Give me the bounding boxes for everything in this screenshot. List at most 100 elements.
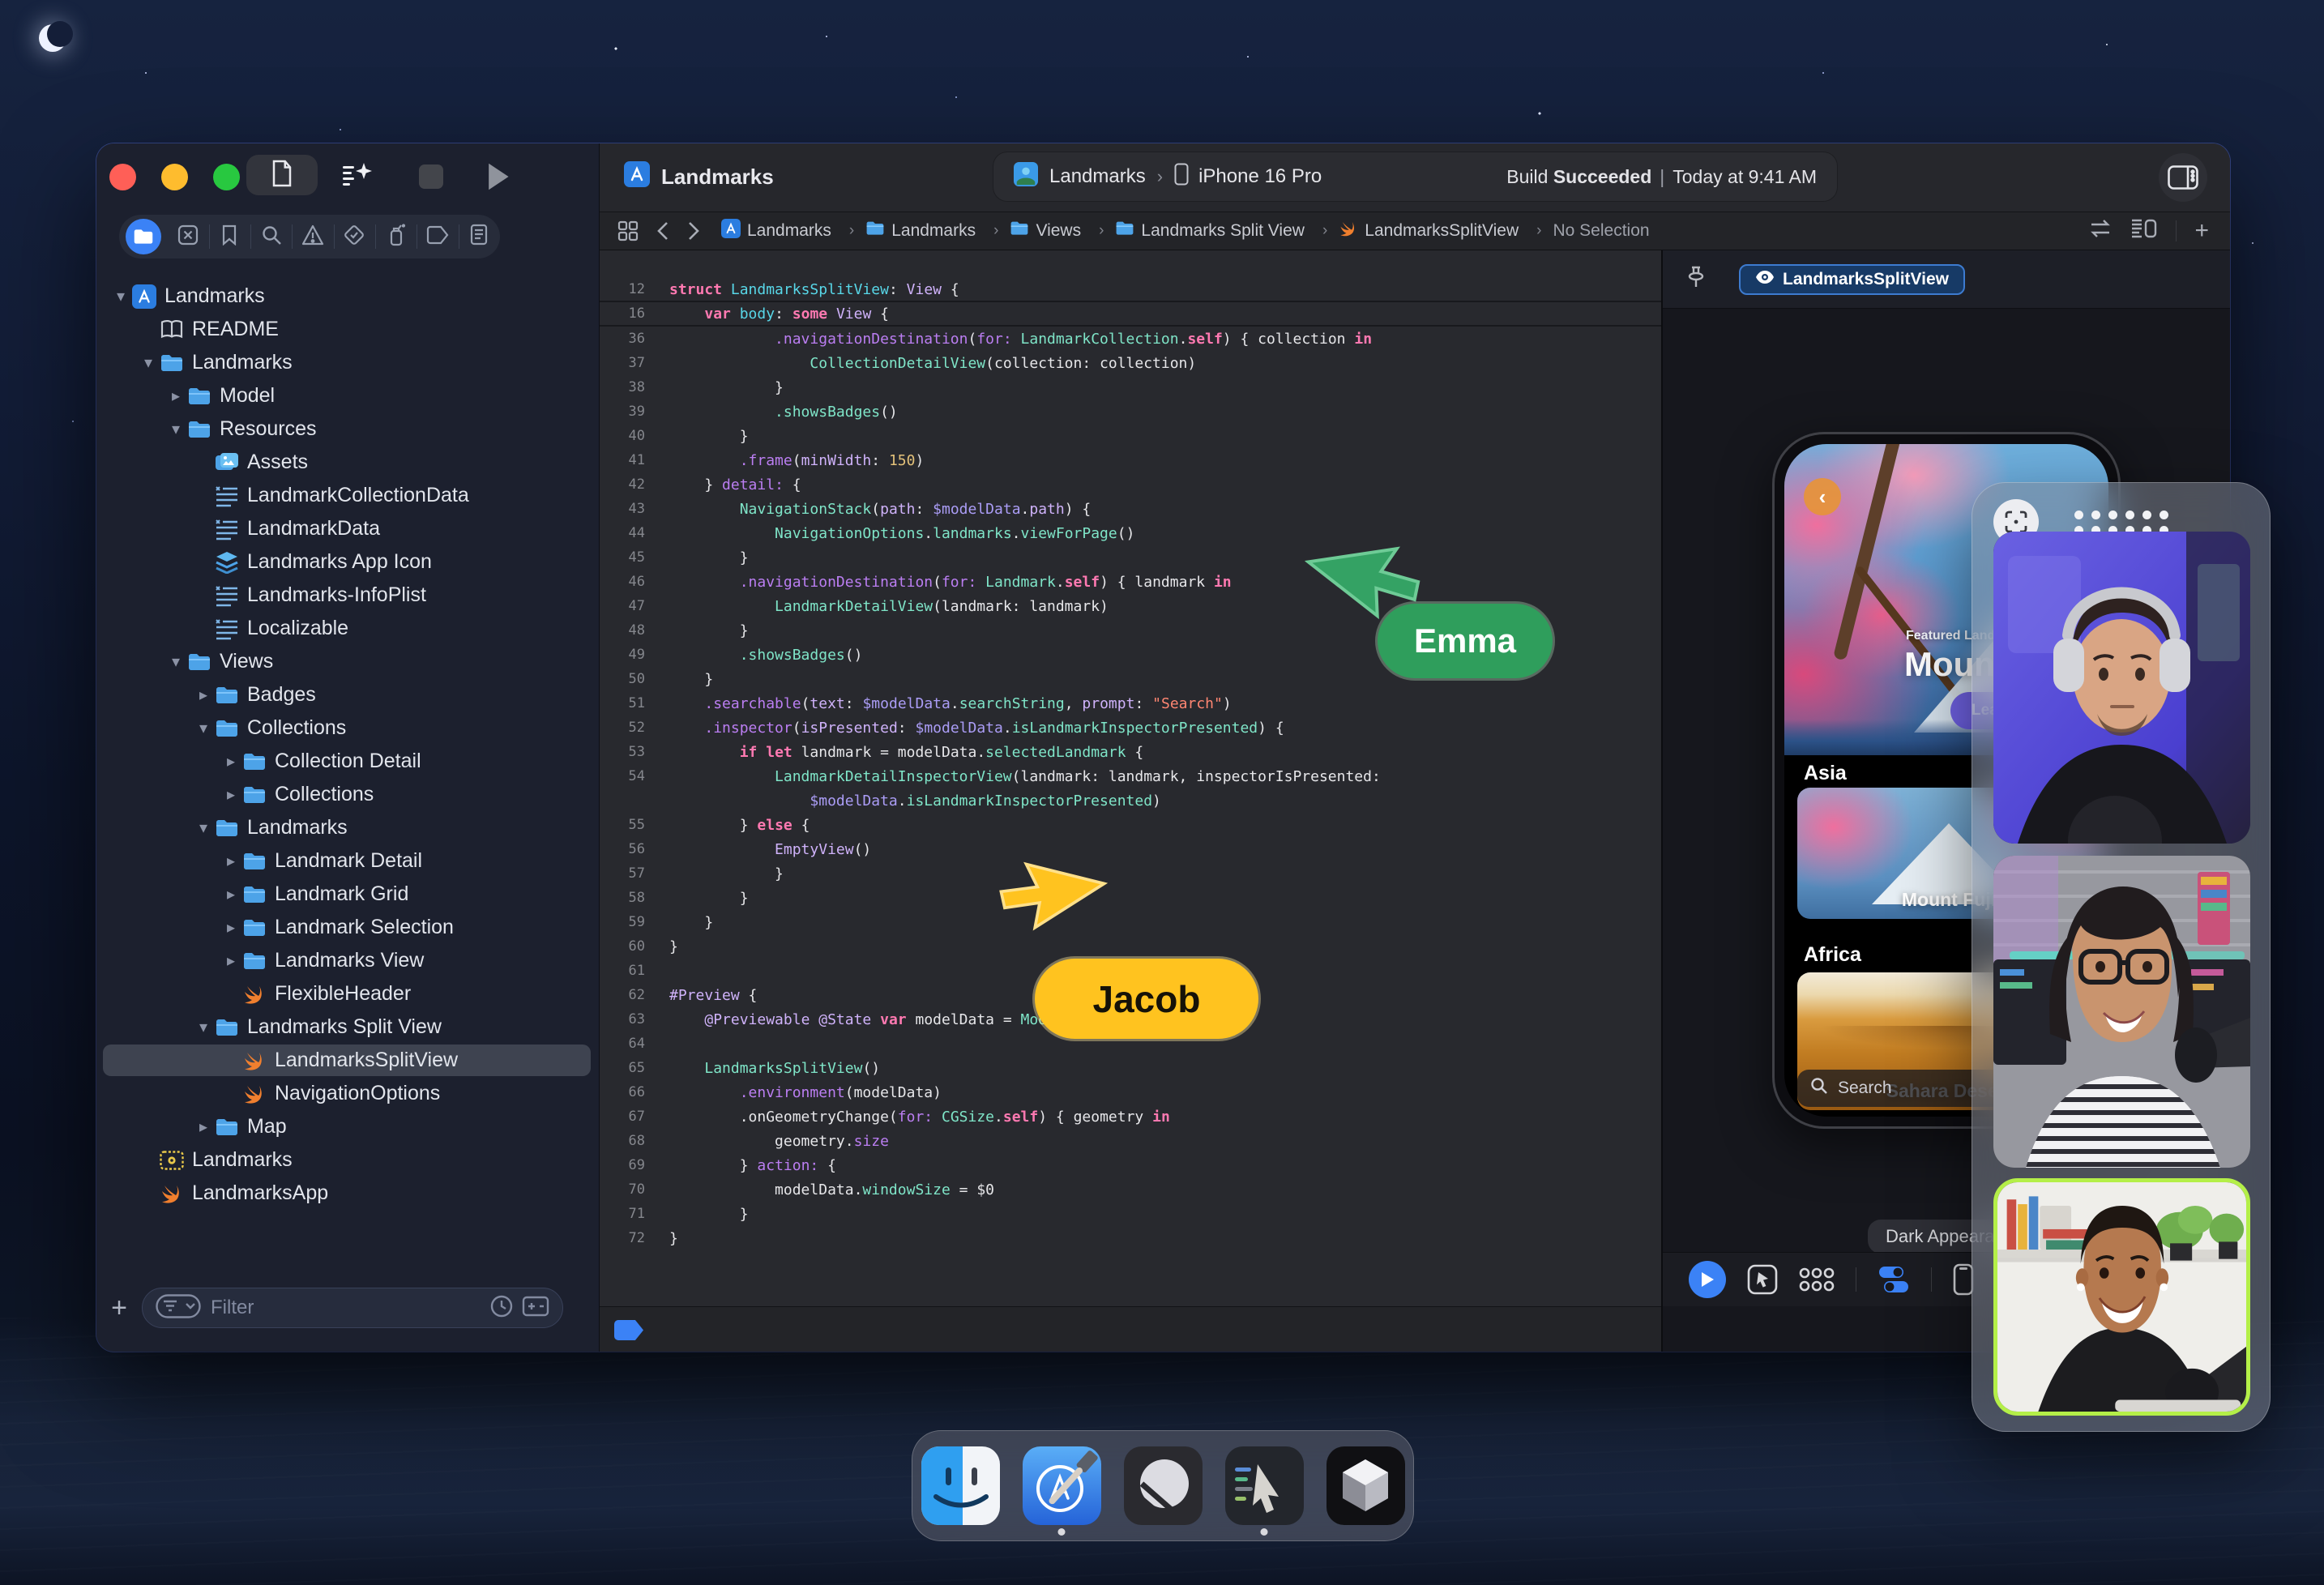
- dock-icon-cube[interactable]: [1326, 1446, 1405, 1525]
- disclosure-icon[interactable]: ▾: [194, 1017, 213, 1037]
- source-control-filter-icon[interactable]: [522, 1294, 549, 1322]
- tree-item-label: Landmarks App Icon: [247, 550, 432, 574]
- compose-intelligence-button[interactable]: [340, 160, 375, 192]
- tree-item-landmark-grid[interactable]: ▸Landmark Grid: [96, 878, 599, 911]
- tree-item-landmarkcollectiondata[interactable]: LandmarkCollectionData: [96, 479, 599, 512]
- swap-editor-icon[interactable]: [2088, 218, 2113, 244]
- tree-item-views[interactable]: ▾Views: [96, 645, 599, 678]
- navigator-tab-debug[interactable]: [375, 215, 417, 258]
- navigator-tab-reports[interactable]: [459, 215, 500, 258]
- scheme-selector[interactable]: Landmarks › iPhone 16 Pro Build Succeede…: [993, 152, 1838, 202]
- navigator-tab-project[interactable]: [119, 215, 167, 258]
- tree-item-readme[interactable]: README: [96, 313, 599, 346]
- navigator-tab-tests[interactable]: [334, 215, 375, 258]
- breadcrumb-segment[interactable]: Landmarks›: [721, 219, 865, 243]
- navigator-tab-changes[interactable]: [167, 215, 208, 258]
- tree-item-landmarks-app-icon[interactable]: Landmarks App Icon: [96, 545, 599, 579]
- disclosure-icon[interactable]: ▸: [221, 784, 241, 805]
- back-button[interactable]: [656, 221, 669, 241]
- navigator-tab-issues[interactable]: [292, 215, 333, 258]
- tree-item-landmarks-view[interactable]: ▸Landmarks View: [96, 944, 599, 977]
- forward-button[interactable]: [687, 221, 700, 241]
- breadcrumb-segment[interactable]: Views›: [1010, 220, 1115, 241]
- inspector-toggle-button[interactable]: [2159, 153, 2207, 202]
- preview-tab[interactable]: LandmarksSplitView: [1739, 264, 1965, 295]
- live-preview-button[interactable]: [1689, 1261, 1726, 1298]
- tree-item-resources[interactable]: ▾Resources: [96, 412, 599, 446]
- disclosure-icon[interactable]: ▸: [166, 386, 186, 406]
- tree-item-landmarks-infoplist[interactable]: Landmarks-InfoPlist: [96, 579, 599, 612]
- tree-item-flexibleheader[interactable]: FlexibleHeader: [96, 977, 599, 1010]
- breadcrumb-segment[interactable]: Landmarks Split View›: [1115, 220, 1339, 241]
- run-button[interactable]: [484, 161, 511, 192]
- breakpoint-marker[interactable]: [614, 1320, 643, 1340]
- disclosure-icon[interactable]: ▸: [221, 851, 241, 871]
- tree-item-landmarks[interactable]: ▾Landmarks: [96, 346, 599, 379]
- tree-item-landmark-detail[interactable]: ▸Landmark Detail: [96, 844, 599, 878]
- editor-options-icon[interactable]: [2130, 217, 2158, 245]
- disclosure-icon[interactable]: ▸: [221, 884, 241, 904]
- tree-item-navigationoptions[interactable]: NavigationOptions: [96, 1077, 599, 1110]
- tree-item-landmarkssplitview[interactable]: LandmarksSplitView: [96, 1044, 599, 1077]
- breadcrumb-segment[interactable]: Landmarks›: [865, 220, 1010, 241]
- variants-button[interactable]: [1799, 1267, 1835, 1292]
- tree-item-landmarksapp[interactable]: LandmarksApp: [96, 1177, 599, 1210]
- disclosure-icon[interactable]: ▸: [221, 751, 241, 771]
- dock-icon-linear[interactable]: [1124, 1446, 1203, 1525]
- tree-item-landmarks[interactable]: ▾Landmarks: [96, 280, 599, 313]
- device-settings-button[interactable]: [1878, 1265, 1910, 1294]
- tree-item-collection-detail[interactable]: ▸Collection Detail: [96, 745, 599, 778]
- dock-icon-xcode[interactable]: [1023, 1446, 1101, 1525]
- tree-item-localizable[interactable]: Localizable: [96, 612, 599, 645]
- tree-item-landmarkdata[interactable]: LandmarkData: [96, 512, 599, 545]
- project-tab[interactable]: Landmarks: [624, 161, 774, 193]
- tree-item-landmarks[interactable]: ▾Landmarks: [96, 811, 599, 844]
- canvas-top-bar: LandmarksSplitView: [1663, 250, 2230, 309]
- disclosure-icon[interactable]: ▸: [221, 951, 241, 971]
- navigator-tab-breakpoints[interactable]: [417, 215, 458, 258]
- disclosure-icon[interactable]: ▾: [194, 818, 213, 838]
- tree-item-model[interactable]: ▸Model: [96, 379, 599, 412]
- tree-item-landmarks[interactable]: Landmarks: [96, 1143, 599, 1177]
- build-status[interactable]: Build Succeeded|Today at 9:41 AM: [1506, 166, 1817, 188]
- filter-field[interactable]: [142, 1288, 563, 1328]
- disclosure-icon[interactable]: ▸: [194, 685, 213, 705]
- back-button-preview[interactable]: ‹: [1804, 478, 1841, 515]
- tree-item-landmark-selection[interactable]: ▸Landmark Selection: [96, 911, 599, 944]
- add-file-button[interactable]: +: [96, 1292, 142, 1324]
- recent-files-icon[interactable]: [489, 1294, 514, 1322]
- selectable-mode-button[interactable]: [1747, 1264, 1778, 1295]
- line-number: 65: [600, 1060, 669, 1076]
- navigator-tab-find[interactable]: [250, 215, 292, 258]
- related-items-icon[interactable]: [617, 220, 639, 241]
- dock-icon-finder[interactable]: [921, 1446, 1000, 1525]
- disclosure-icon[interactable]: ▾: [166, 419, 186, 439]
- disclosure-icon[interactable]: ▾: [111, 286, 130, 306]
- new-file-button[interactable]: [246, 155, 318, 195]
- zoom-button[interactable]: [213, 164, 240, 190]
- navigator-tab-bookmarks[interactable]: [209, 215, 250, 258]
- video-call-window[interactable]: [1972, 482, 2271, 1432]
- close-button[interactable]: [109, 164, 136, 190]
- disclosure-icon[interactable]: ▸: [221, 917, 241, 938]
- tree-item-collections[interactable]: ▾Collections: [96, 711, 599, 745]
- tree-item-collections[interactable]: ▸Collections: [96, 778, 599, 811]
- disclosure-icon[interactable]: ▾: [166, 652, 186, 672]
- dock-icon-recorder[interactable]: [1225, 1446, 1304, 1525]
- breadcrumb-segment[interactable]: No Selection: [1553, 221, 1649, 241]
- line-number: 58: [600, 890, 669, 906]
- pin-icon[interactable]: [1685, 265, 1707, 293]
- stop-button[interactable]: [419, 164, 443, 189]
- minimize-button[interactable]: [161, 164, 188, 190]
- tree-item-assets[interactable]: Assets: [96, 446, 599, 479]
- filter-input[interactable]: [211, 1297, 454, 1319]
- disclosure-icon[interactable]: ▾: [139, 352, 158, 373]
- disclosure-icon[interactable]: ▸: [194, 1117, 213, 1137]
- tree-item-badges[interactable]: ▸Badges: [96, 678, 599, 711]
- add-editor-icon[interactable]: +: [2194, 217, 2209, 245]
- tree-item-map[interactable]: ▸Map: [96, 1110, 599, 1143]
- disclosure-icon[interactable]: ▾: [194, 718, 213, 738]
- tree-item-landmarks-split-view[interactable]: ▾Landmarks Split View: [96, 1010, 599, 1044]
- source-editor[interactable]: 12struct LandmarksSplitView: View {16 va…: [600, 250, 1661, 1306]
- breadcrumb-segment[interactable]: LandmarksSplitView›: [1339, 219, 1553, 243]
